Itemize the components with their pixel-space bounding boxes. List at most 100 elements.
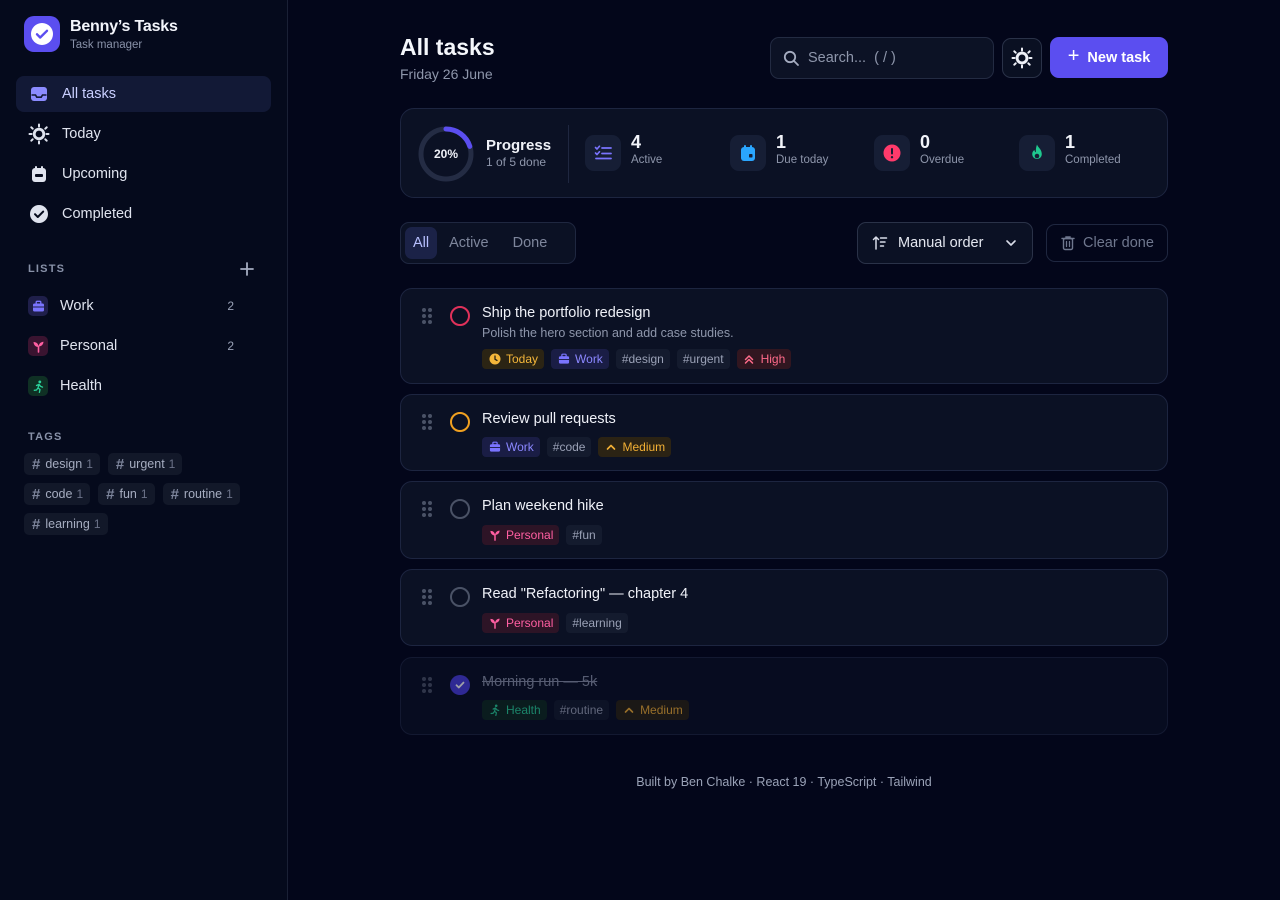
tag-chip-routine[interactable]: # routine 1 [162, 483, 240, 505]
alert-icon [874, 135, 910, 171]
chip-label: Personal [506, 528, 554, 542]
stat-value: 1 [776, 132, 787, 152]
task-checkbox[interactable] [450, 499, 470, 519]
add-list-button[interactable] [238, 260, 256, 278]
tag-chip-urgent[interactable]: # urgent 1 [107, 453, 183, 475]
list-label: Work [60, 298, 94, 314]
list-chip: Personal [482, 525, 560, 545]
task-checkbox[interactable] [450, 675, 470, 695]
task-title: Morning run — 5k [482, 674, 598, 690]
hash-icon: # [32, 455, 41, 473]
stat-completed: 1 Completed [1019, 132, 1121, 171]
stat-value: 1 [1065, 132, 1076, 152]
chip-label: High [760, 352, 786, 366]
briefcase-icon [28, 296, 48, 316]
tag-chip-code[interactable]: # code 1 [24, 483, 91, 505]
chip-label: Medium [640, 703, 683, 717]
tag-chip-learning[interactable]: # learning 1 [24, 513, 108, 535]
nav-item-today[interactable]: Today [16, 116, 271, 152]
sprout-icon [28, 336, 48, 356]
filter-tab-active[interactable]: Active [437, 227, 501, 259]
task-chips: Today Work #design #urgent High [482, 349, 798, 369]
chevron-up-icon [622, 704, 635, 717]
chevron-up-icon [604, 441, 617, 454]
tags: # design 1 # urgent 1 # code 1 # fun 1 # routine 1… [24, 453, 264, 543]
hash-icon: # [32, 485, 41, 503]
task-card[interactable]: Review pull requests Work #code Medium [400, 394, 1168, 471]
sun-icon [28, 123, 50, 145]
progress-title: Progress [486, 137, 552, 154]
theme-toggle-button[interactable] [1002, 38, 1042, 78]
calendar-today-icon [730, 135, 766, 171]
task-card[interactable]: Ship the portfolio redesign Polish the h… [400, 288, 1168, 384]
search-input[interactable] [808, 50, 988, 66]
page-title: All tasks [400, 34, 495, 60]
priority-chip: Medium [616, 700, 689, 720]
due-chip: Today [482, 349, 545, 369]
list-checks-icon [585, 135, 621, 171]
list-chip: Work [482, 437, 540, 457]
nav-label: Today [62, 126, 101, 142]
drag-handle-icon[interactable] [421, 413, 433, 431]
task-card[interactable]: Plan weekend hike Personal #fun [400, 481, 1168, 559]
page-date: Friday 26 June [400, 66, 493, 82]
main-nav: All tasks Today Upcoming Completed [16, 76, 271, 236]
drag-handle-icon[interactable] [421, 307, 433, 325]
brand-subtitle: Task manager [70, 38, 143, 51]
sort-select[interactable]: Manual order [857, 222, 1033, 264]
priority-chip: Medium [598, 437, 672, 457]
chevron-down-icon [1006, 240, 1016, 246]
stat-label: Due today [776, 154, 829, 166]
new-task-button[interactable]: + New task [1050, 37, 1168, 78]
task-checkbox[interactable] [450, 306, 470, 326]
search-box[interactable] [770, 37, 994, 79]
nav-item-upcoming[interactable]: Upcoming [16, 156, 271, 192]
brand[interactable]: Benny’s Tasks Task manager [24, 16, 178, 52]
nav-item-completed[interactable]: Completed [16, 196, 271, 232]
task-chips: Work #code Medium [482, 437, 678, 457]
list-item-health[interactable]: Health [16, 368, 256, 404]
task-card[interactable]: Morning run — 5k Health #routine Medium [400, 657, 1168, 735]
task-chips: Health #routine Medium [482, 700, 696, 720]
tag-count: 1 [93, 517, 101, 531]
filter-tab-all[interactable]: All [405, 227, 438, 259]
tag-chip-design[interactable]: # design 1 [24, 453, 100, 475]
priority-chip: High [736, 349, 792, 369]
lists-section-label: LISTS [28, 263, 66, 275]
search-icon [783, 50, 799, 66]
stat-active: 4 Active [585, 132, 663, 171]
task-card[interactable]: Read "Refactoring" — chapter 4 Personal … [400, 569, 1168, 646]
tag-chip-fun[interactable]: # fun 1 [98, 483, 155, 505]
runner-icon [488, 704, 501, 717]
stat-label: Active [631, 154, 663, 166]
tag-label: learning [45, 517, 90, 531]
tag-chip: #learning [566, 613, 628, 633]
tags-section-label: TAGS [28, 431, 63, 443]
stat-label: Overdue [920, 154, 965, 166]
tag-label: routine [183, 487, 223, 501]
clear-done-button[interactable]: Clear done [1046, 224, 1168, 262]
filter-tab-done[interactable]: Done [501, 227, 560, 259]
task-checkbox[interactable] [450, 587, 470, 607]
list-item-work[interactable]: Work 2 [16, 288, 256, 324]
list-label: Health [60, 378, 102, 394]
list-item-personal[interactable]: Personal 2 [16, 328, 256, 364]
runner-icon [28, 376, 48, 396]
list-count: 2 [227, 299, 234, 313]
task-checkbox[interactable] [450, 412, 470, 432]
stat-label: Completed [1065, 154, 1121, 166]
tag-label: design [45, 457, 83, 471]
drag-handle-icon[interactable] [421, 500, 433, 518]
chip-label: Work [575, 352, 603, 366]
briefcase-icon [488, 441, 501, 454]
new-task-label: New task [1087, 49, 1151, 66]
brand-logo-icon [24, 16, 60, 52]
nav-item-all-tasks[interactable]: All tasks [16, 76, 271, 112]
flame-icon [1019, 135, 1055, 171]
drag-handle-icon[interactable] [421, 588, 433, 606]
chip-label: Medium [622, 440, 666, 454]
stat-value: 0 [920, 132, 931, 152]
calendar-icon [28, 163, 50, 185]
stat-value: 4 [631, 132, 642, 152]
drag-handle-icon[interactable] [421, 676, 433, 694]
